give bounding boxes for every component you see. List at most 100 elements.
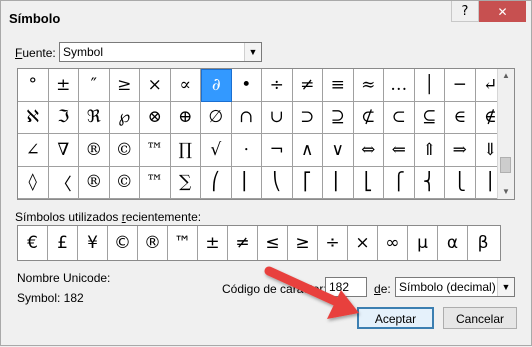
title-bar: Símbolo ? ✕ — [1, 1, 531, 35]
symbol-cell[interactable]: ⋅ — [231, 134, 262, 167]
symbol-grid: ° ± ″ ≥ × ∝ ∂ • ÷ ≠ ≡ ≈… │ ─ ↵ ℵ ℑ ℜ ℘ ⊗ ⊕ ∅ ∩ ∪ ⊃ ⊇ ⊄ ⊂ ⊆ ∈ ∉ ∠ ∇ ® © ™ ∏ √ ⋅… — [17, 68, 515, 200]
recent-symbol-cell[interactable]: € — [18, 226, 48, 260]
symbol-cell[interactable]: ℵ — [18, 101, 49, 134]
symbol-cell[interactable]: ™ — [140, 166, 171, 199]
symbol-cell[interactable]: ⇑ — [414, 134, 445, 167]
cancel-button[interactable]: Cancelar — [443, 307, 517, 329]
symbol-cell[interactable]: ⇐ — [384, 134, 415, 167]
symbol-cell[interactable]: ∨ — [323, 134, 354, 167]
recent-symbol-cell[interactable]: × — [348, 226, 378, 260]
symbol-cell[interactable]: ∝ — [170, 69, 201, 102]
symbol-cell[interactable]: ℜ — [79, 101, 110, 134]
symbol-cell[interactable]: ⇒ — [445, 134, 476, 167]
symbol-cell[interactable]: © — [109, 134, 140, 167]
symbol-cell[interactable]: ∧ — [292, 134, 323, 167]
symbol-cell[interactable]: ≥ — [109, 69, 140, 102]
symbol-cell[interactable]: ∅ — [201, 101, 232, 134]
char-code-input[interactable]: 182 — [325, 277, 367, 297]
symbol-cell[interactable]: ⎝ — [262, 166, 293, 199]
symbol-cell[interactable]: ÷ — [262, 69, 293, 102]
recent-symbol-cell[interactable]: ® — [138, 226, 168, 260]
recent-symbol-cell[interactable]: β — [468, 226, 498, 260]
symbol-cell[interactable]: ⎩ — [445, 166, 476, 199]
scroll-thumb[interactable] — [500, 157, 511, 173]
help-button[interactable]: ? — [451, 1, 479, 22]
symbol-cell[interactable]: ⊗ — [140, 101, 171, 134]
scroll-up-icon[interactable]: ▲ — [498, 69, 514, 83]
symbol-cell[interactable]: ∩ — [231, 101, 262, 134]
symbol-cell[interactable]: ⊄ — [353, 101, 384, 134]
symbol-cell[interactable]: • — [231, 69, 262, 102]
symbol-cell[interactable]: ⎜ — [231, 166, 262, 199]
font-dropdown-value: Symbol — [63, 45, 104, 59]
symbol-cell[interactable]: ∈ — [445, 101, 476, 134]
symbol-cell[interactable]: … — [384, 69, 415, 102]
recent-symbol-cell[interactable]: ™ — [168, 226, 198, 260]
close-button[interactable]: ✕ — [479, 1, 526, 22]
symbol-cell[interactable]: ¬ — [262, 134, 293, 167]
symbol-cell[interactable]: ≈ — [353, 69, 384, 102]
recent-symbols-row: € £ ¥ © ® ™ ± ≠ ≤ ≥ ÷ × ∞ µ α β — [17, 225, 501, 261]
recent-symbol-cell[interactable]: ≥ — [288, 226, 318, 260]
font-dropdown[interactable]: Symbol ▼ — [59, 42, 262, 62]
symbol-cell[interactable]: × — [140, 69, 171, 102]
symbol-cell[interactable]: ⎨ — [414, 166, 445, 199]
symbol-cell[interactable]: 〈 — [48, 166, 79, 199]
recent-symbol-cell[interactable]: ÷ — [318, 226, 348, 260]
symbol-cell[interactable]: ℘ — [109, 101, 140, 134]
recent-symbol-cell[interactable]: α — [438, 226, 468, 260]
from-dropdown[interactable]: Símbolo (decimal) ▼ — [395, 277, 515, 297]
recent-symbol-cell[interactable]: ∞ — [378, 226, 408, 260]
symbol-cell[interactable]: ∑ — [170, 166, 201, 199]
ok-button[interactable]: Aceptar — [357, 307, 434, 329]
symbol-cell[interactable]: │ — [414, 69, 445, 102]
symbol-cell[interactable]: ″ — [79, 69, 110, 102]
char-code-label: Código de carácter: — [222, 282, 327, 296]
symbol-cell[interactable]: ℑ — [48, 101, 79, 134]
recent-symbols-label: Símbolos utilizados recientemente: — [15, 210, 202, 224]
font-label: Fuente: — [15, 46, 56, 60]
from-dropdown-value: Símbolo (decimal) — [399, 280, 496, 294]
symbol-cells: ° ± ″ ≥ × ∝ ∂ • ÷ ≠ ≡ ≈… │ ─ ↵ ℵ ℑ ℜ ℘ ⊗ ⊕ ∅ ∩ ∪ ⊃ ⊇ ⊄ ⊂ ⊆ ∈ ∉ ∠ ∇ ® © ™ ∏ √ ⋅… — [18, 69, 506, 199]
symbol-cell[interactable]: ⊂ — [384, 101, 415, 134]
symbol-cell[interactable]: ⎢ — [323, 166, 354, 199]
symbol-cell[interactable]: ∠ — [18, 134, 49, 167]
symbol-cell[interactable]: √ — [201, 134, 232, 167]
symbol-cell[interactable]: © — [109, 166, 140, 199]
recent-symbol-cell[interactable]: £ — [48, 226, 78, 260]
chevron-down-icon[interactable]: ▼ — [497, 278, 514, 296]
symbol-cell[interactable]: ⊆ — [414, 101, 445, 134]
symbol-cell[interactable]: ∇ — [48, 134, 79, 167]
symbol-cell[interactable]: ⊕ — [170, 101, 201, 134]
symbol-dialog: Símbolo ? ✕ Fuente: Symbol ▼ ° ± ″ ≥ × ∝ ∂ • ÷ ≠ ≡… — [0, 0, 532, 346]
symbol-cell[interactable]: ® — [79, 134, 110, 167]
symbol-cell[interactable]: ≠ — [292, 69, 323, 102]
dialog-title: Símbolo — [9, 11, 61, 26]
symbol-cell[interactable]: ⎧ — [384, 166, 415, 199]
symbol-cell[interactable]: ⎡ — [292, 166, 323, 199]
symbol-cell[interactable]: ≡ — [323, 69, 354, 102]
recent-symbol-cell[interactable]: ± — [198, 226, 228, 260]
recent-symbol-cell[interactable]: ≤ — [258, 226, 288, 260]
symbol-cell[interactable]: ° — [18, 69, 49, 102]
recent-symbol-cell[interactable]: µ — [408, 226, 438, 260]
symbol-cell[interactable]: ◊ — [18, 166, 49, 199]
symbol-cell[interactable]: ⇔ — [353, 134, 384, 167]
scroll-down-icon[interactable]: ▼ — [498, 185, 514, 199]
symbol-cell[interactable]: ™ — [140, 134, 171, 167]
grid-scrollbar[interactable]: ▲ ▼ — [497, 69, 514, 199]
symbol-cell[interactable]: ─ — [445, 69, 476, 102]
symbol-cell[interactable]: ⊇ — [323, 101, 354, 134]
recent-symbol-cell[interactable]: ¥ — [78, 226, 108, 260]
symbol-cell[interactable]: ∏ — [170, 134, 201, 167]
symbol-cell[interactable]: ® — [79, 166, 110, 199]
symbol-cell[interactable]: ⊃ — [292, 101, 323, 134]
symbol-cell[interactable]: ∂ — [201, 69, 232, 102]
symbol-cell[interactable]: ± — [48, 69, 79, 102]
symbol-cell[interactable]: ⎣ — [353, 166, 384, 199]
symbol-cell[interactable]: ∪ — [262, 101, 293, 134]
chevron-down-icon[interactable]: ▼ — [244, 43, 261, 61]
symbol-cell[interactable]: ⎛ — [201, 166, 232, 199]
recent-symbol-cell[interactable]: ≠ — [228, 226, 258, 260]
recent-symbol-cell[interactable]: © — [108, 226, 138, 260]
